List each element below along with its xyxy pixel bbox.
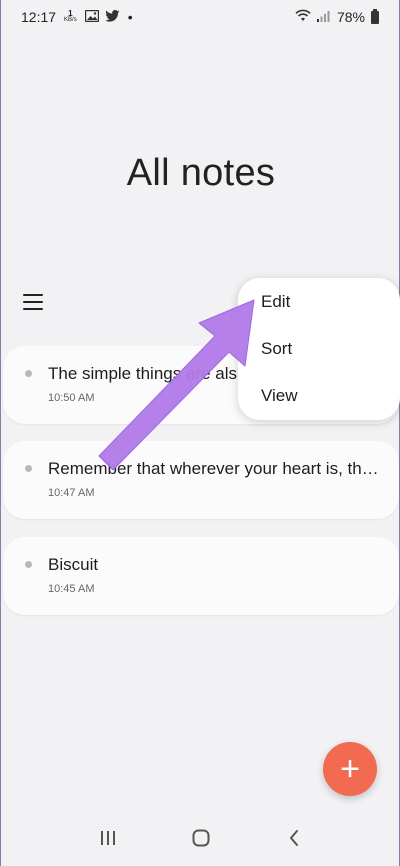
image-icon (84, 9, 99, 25)
note-bullet (25, 370, 32, 377)
plus-icon: + (340, 750, 360, 788)
status-bar: 12:17 1 KB/s • 78% (1, 0, 400, 34)
twitter-icon (105, 9, 120, 25)
recent-apps-button[interactable] (88, 823, 128, 853)
status-left: 12:17 1 KB/s • (21, 9, 133, 25)
note-time: 10:47 AM (48, 487, 95, 499)
network-speed-value: 1 (68, 9, 73, 18)
network-speed-unit: KB/s (64, 17, 77, 23)
back-icon (290, 830, 299, 846)
back-button[interactable] (274, 823, 314, 853)
menu-icon-line (23, 308, 43, 310)
note-bullet (25, 561, 32, 568)
annotation-arrow-icon (98, 299, 255, 471)
home-button[interactable] (181, 823, 221, 853)
note-title: Remember that wherever your heart is, th… (48, 459, 379, 478)
recent-apps-icon (100, 831, 115, 845)
status-right: 78% (295, 8, 379, 25)
menu-item-sort[interactable]: Sort (238, 337, 400, 384)
signal-icon (316, 9, 331, 25)
battery-percent: 78% (336, 9, 365, 25)
menu-item-edit[interactable]: Edit (238, 290, 400, 337)
note-bullet (25, 465, 32, 472)
navigation-bar (1, 810, 400, 866)
note-title: Biscuit (48, 555, 99, 574)
note-item[interactable]: Remember that wherever your heart is, th… (3, 441, 399, 519)
home-icon (192, 829, 210, 847)
note-time: 10:50 AM (48, 392, 95, 404)
overflow-menu: Edit Sort View (238, 278, 400, 420)
page-title: All notes (126, 152, 276, 194)
battery-icon (371, 8, 379, 24)
status-time: 12:17 (21, 9, 57, 25)
menu-icon-line (23, 301, 43, 303)
menu-item-view[interactable]: View (238, 384, 400, 431)
menu-icon[interactable] (23, 294, 43, 312)
note-item[interactable]: Biscuit 10:45 AM (3, 537, 399, 615)
note-time: 10:45 AM (48, 583, 95, 595)
menu-icon-line (23, 294, 43, 296)
notification-dot: • (127, 9, 133, 25)
wifi-icon (295, 9, 311, 25)
add-note-button[interactable]: + (323, 742, 377, 796)
network-speed: 1 KB/s (64, 10, 77, 24)
